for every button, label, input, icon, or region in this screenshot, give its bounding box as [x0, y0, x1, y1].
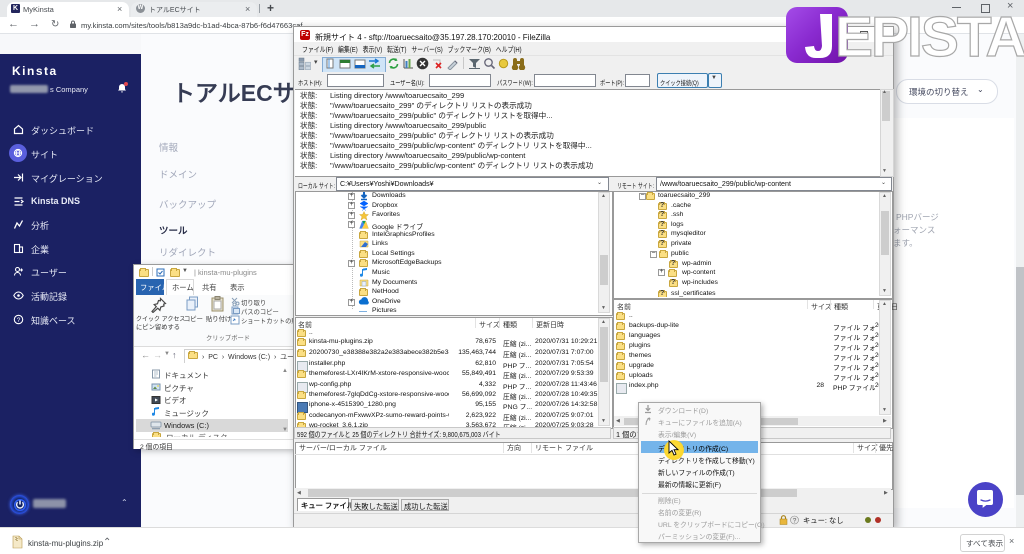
svg-text:?: ? — [17, 316, 21, 323]
svg-text:?: ? — [793, 517, 797, 524]
